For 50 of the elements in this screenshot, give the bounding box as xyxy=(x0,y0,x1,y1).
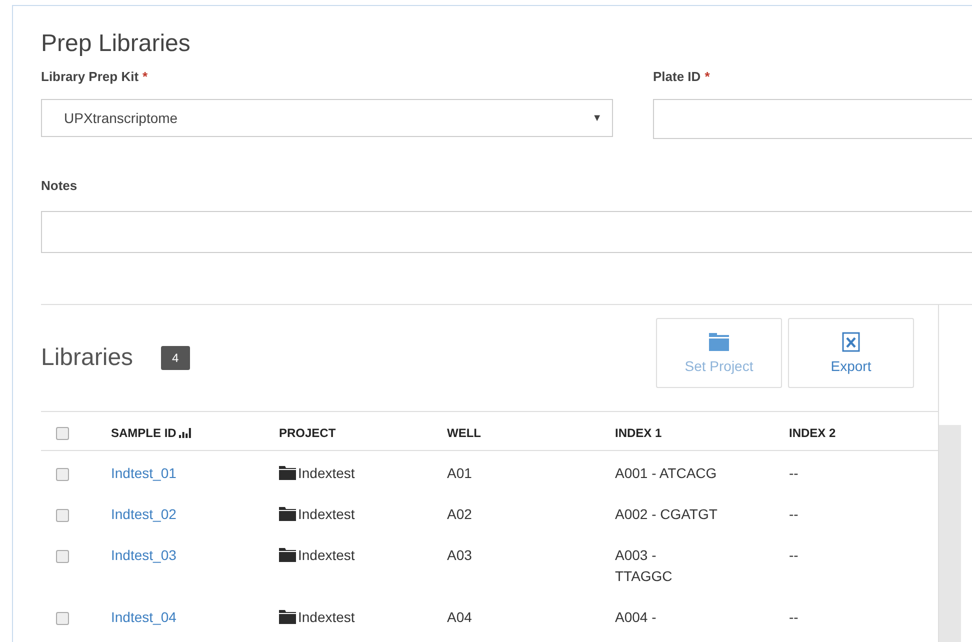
required-mark: * xyxy=(142,68,148,86)
row-checkbox[interactable] xyxy=(56,509,69,522)
field-label: Notes xyxy=(41,177,78,195)
sample-link[interactable]: Indtest_02 xyxy=(111,504,176,524)
column-header[interactable]: SAMPLE ID xyxy=(111,426,176,440)
row-checkbox[interactable] xyxy=(56,550,69,564)
folder-icon xyxy=(279,548,296,562)
table-cell: A003 - TTAGGC xyxy=(615,547,672,584)
count-badge: 4 xyxy=(161,346,190,370)
table-cell-text: Indextest xyxy=(298,505,355,524)
table-cell: A03 xyxy=(447,547,472,564)
folder-icon xyxy=(279,466,296,480)
sample-link[interactable]: Indtest_03 xyxy=(111,545,176,566)
table-cell: -- xyxy=(789,465,798,482)
table-cell: A001 - ATCACG xyxy=(615,465,717,482)
table-cell: A02 xyxy=(447,506,472,522)
plate-id-field[interactable] xyxy=(653,99,972,139)
page-title: Prep Libraries xyxy=(41,29,192,58)
notes-field[interactable] xyxy=(41,211,972,253)
table-cell: A04 xyxy=(447,609,472,626)
select-all-checkbox[interactable] xyxy=(56,427,69,440)
folder-icon xyxy=(279,610,296,624)
sample-link[interactable]: Indtest_01 xyxy=(111,463,176,484)
scrollbar-track[interactable] xyxy=(939,425,961,642)
spreadsheet-icon xyxy=(842,332,860,352)
column-header[interactable]: WELL xyxy=(447,426,481,440)
kit-dropdown[interactable]: UPXtranscriptome ▼ xyxy=(41,99,613,137)
field-label: Library Prep Kit xyxy=(41,68,139,86)
table-cell-text: Indextest xyxy=(298,546,355,566)
column-header[interactable]: INDEX 2 xyxy=(789,426,836,440)
table-cell: A004 - xyxy=(615,609,656,626)
sort-icon[interactable] xyxy=(179,428,192,438)
column-header[interactable]: INDEX 1 xyxy=(615,426,662,440)
required-mark: * xyxy=(704,68,710,86)
export-button[interactable]: Export xyxy=(788,318,914,388)
table-cell: A002 - CGATGT xyxy=(615,506,718,522)
table-cell: -- xyxy=(789,609,798,626)
row-checkbox[interactable] xyxy=(56,468,69,482)
field-label: Plate ID xyxy=(653,68,701,86)
table-cell: -- xyxy=(789,547,798,564)
folder-icon xyxy=(279,507,296,522)
table-cell-text: Indextest xyxy=(298,608,355,628)
section-title: Libraries xyxy=(41,344,134,372)
table-cell: A01 xyxy=(447,465,472,482)
table-cell-text: Indextest xyxy=(298,464,355,484)
table-cell: -- xyxy=(789,506,798,522)
sample-link[interactable]: Indtest_04 xyxy=(111,607,176,628)
column-header[interactable]: PROJECT xyxy=(279,426,336,440)
folder-icon xyxy=(708,332,730,352)
row-checkbox[interactable] xyxy=(56,612,69,626)
